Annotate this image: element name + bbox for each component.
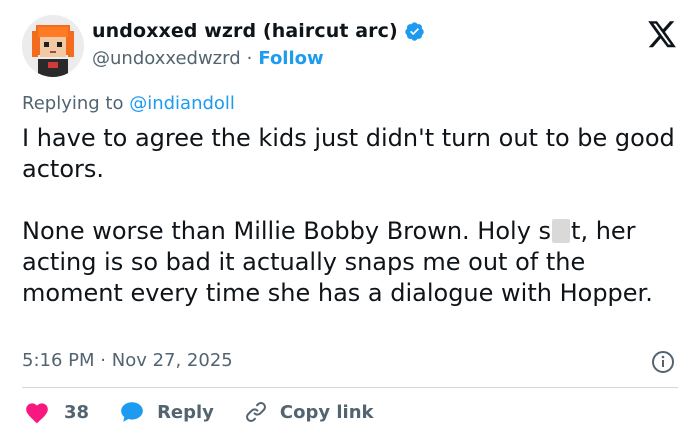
handle-row: @undoxxedwzrd · Follow <box>92 48 324 69</box>
name-row: undoxxed wzrd (haircut arc) <box>92 20 425 42</box>
heart-icon <box>24 400 50 424</box>
link-icon <box>244 400 268 424</box>
x-logo-icon[interactable] <box>648 21 677 48</box>
like-button[interactable]: 38 <box>24 400 89 424</box>
tweet-paragraph-2-start: None worse than Millie Bobby Brown. Holy… <box>22 217 552 245</box>
copy-link-button[interactable]: Copy link <box>244 400 374 424</box>
reply-mention-link[interactable]: @indiandoll <box>129 93 235 114</box>
like-count: 38 <box>64 401 90 423</box>
action-bar: 38 Reply Copy link <box>24 400 374 424</box>
tweet-time: 5:16 PM <box>22 350 95 371</box>
handle-separator: · <box>246 48 253 69</box>
copy-link-label: Copy link <box>279 401 374 423</box>
user-handle[interactable]: @undoxxedwzrd <box>92 48 241 69</box>
tweet-timestamp[interactable]: 5:16 PM · Nov 27, 2025 <box>22 350 233 371</box>
avatar[interactable] <box>22 15 84 77</box>
replying-to: Replying to @indiandoll <box>22 93 235 114</box>
tweet-card: undoxxed wzrd (haircut arc) @undoxxedwzr… <box>0 0 700 440</box>
tweet-date: Nov 27, 2025 <box>111 350 233 371</box>
reply-button[interactable]: Reply <box>119 400 214 424</box>
redaction-block <box>552 219 571 243</box>
info-icon[interactable] <box>651 350 675 374</box>
speech-bubble-icon <box>119 400 145 424</box>
avatar-image <box>22 15 84 77</box>
reply-label: Reply <box>157 401 214 423</box>
verified-badge-icon <box>404 21 425 42</box>
timestamp-separator: · <box>100 350 106 371</box>
follow-button[interactable]: Follow <box>258 48 323 69</box>
tweet-paragraph-1: I have to agree the kids just didn't tur… <box>22 124 675 183</box>
replying-prefix: Replying to <box>22 93 124 114</box>
display-name[interactable]: undoxxed wzrd (haircut arc) <box>92 20 398 42</box>
tweet-text: I have to agree the kids just didn't tur… <box>22 123 682 309</box>
divider <box>22 387 678 388</box>
tweet-paragraph-2: None worse than Millie Bobby Brown. Holy… <box>22 216 682 309</box>
